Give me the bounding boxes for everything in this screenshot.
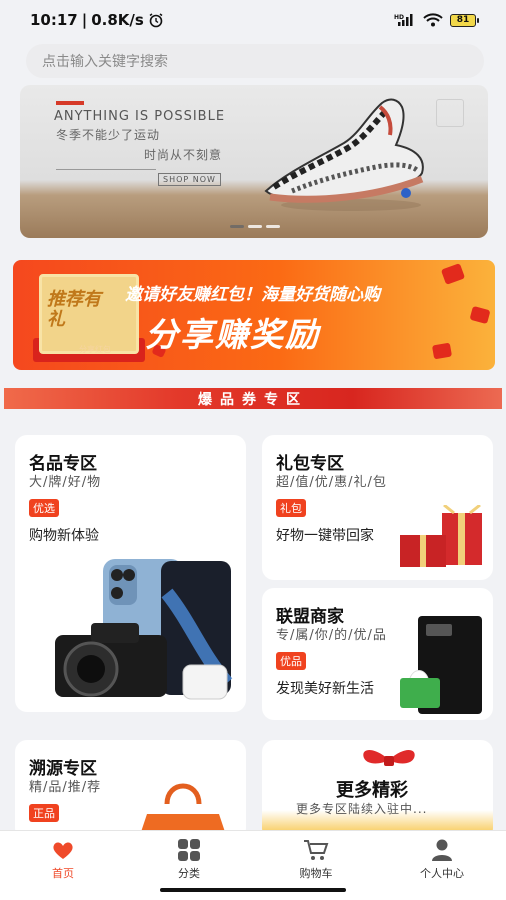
tab-label: 分类: [178, 867, 200, 880]
card-more[interactable]: 更多精彩 更多专区陆续入驻中...: [262, 740, 493, 840]
status-net-speed: 0.8K/s: [91, 11, 144, 29]
status-time: 10:17: [30, 11, 78, 29]
cart-icon: [304, 840, 329, 860]
tab-label: 购物车: [299, 867, 333, 880]
carousel-dot[interactable]: [266, 225, 280, 228]
banner-divider: [56, 169, 156, 170]
alarm-icon: [149, 13, 163, 28]
section-header: 爆品券专区: [4, 388, 502, 409]
home-icon: [53, 842, 73, 859]
red-envelope-icon: [431, 342, 453, 360]
card-alliance-merchant[interactable]: 联盟商家 专/属/你/的/优/品 优品 发现美好新生活: [262, 588, 493, 720]
card-more-desc: 更多专区陆续入驻中...: [296, 802, 428, 816]
banner-carousel[interactable]: ANYTHING IS POSSIBLE 冬季不能少了运动 时尚从不刻意 SHO…: [20, 85, 488, 238]
promo-coupon-small: 分享红包: [79, 345, 111, 354]
promo-coupon-text: 推荐有礼: [47, 289, 101, 330]
card-tag: 正品: [29, 804, 59, 822]
section-title: 爆品券专区: [198, 391, 308, 408]
grid-icon: [178, 839, 200, 861]
carousel-dot[interactable]: [248, 225, 262, 228]
card-brand-zone[interactable]: 名品专区 大/牌/好/物 优选 购物新体验: [15, 435, 246, 712]
card-desc: 好物一键带回家: [276, 528, 374, 544]
promo-title: 邀请好友赚红包！海量好货随心购: [125, 285, 380, 305]
battery-icon: 81: [450, 13, 479, 27]
card-gift-zone[interactable]: 礼包专区 超/值/优/惠/礼/包 礼包 好物一键带回家: [262, 435, 493, 580]
banner-accent-bar: [56, 101, 84, 105]
tab-category[interactable]: 分类: [149, 839, 229, 881]
search-placeholder: 点击输入关键字搜索: [42, 54, 168, 70]
tab-cart[interactable]: 购物车: [276, 839, 356, 881]
card-subtitle: 超/值/优/惠/礼/包: [276, 475, 387, 490]
carousel-dots: [230, 225, 280, 228]
card-desc: 发现美好新生活: [276, 681, 374, 697]
tab-label: 个人中心: [420, 867, 464, 880]
card-desc: 购物新体验: [29, 528, 99, 544]
status-bar: 10:17 | 0.8K/s HD 81: [0, 0, 506, 40]
card-origin-zone[interactable]: 溯源专区 精/品/推/荐 正品: [15, 740, 246, 840]
phone-camera-image: [55, 559, 233, 700]
home-indicator[interactable]: [160, 888, 346, 892]
card-subtitle: 大/牌/好/物: [29, 475, 102, 490]
search-input[interactable]: 点击输入关键字搜索: [26, 44, 484, 78]
promo-headline: 分享赚奖励: [145, 315, 320, 354]
wifi-icon: [423, 13, 443, 27]
card-tag: 优选: [29, 499, 59, 517]
promo-banner[interactable]: 推荐有礼 分享红包 邀请好友赚红包！海量好货随心购 分享赚奖励: [13, 260, 495, 370]
tab-profile[interactable]: 个人中心: [402, 839, 482, 881]
card-more-title: 更多精彩: [336, 780, 408, 801]
banner-logo-icon: [436, 99, 464, 127]
red-envelope-icon: [469, 305, 491, 325]
fridge-tissue-image: [400, 616, 482, 714]
ribbon-gift-icon: [363, 750, 415, 766]
carousel-dot[interactable]: [230, 225, 244, 228]
banner-line2: 时尚从不刻意: [144, 148, 223, 162]
tab-home[interactable]: 首页: [23, 839, 103, 881]
banner-headline: ANYTHING IS POSSIBLE: [54, 109, 226, 124]
card-tag: 优品: [276, 652, 306, 670]
sneaker-image: [264, 98, 424, 211]
banner-shop-now[interactable]: SHOP NOW: [158, 173, 221, 186]
card-subtitle: 专/属/你/的/优/品: [276, 628, 387, 643]
status-right: HD 81: [394, 13, 479, 27]
tab-label: 首页: [52, 867, 74, 880]
card-subtitle: 精/品/推/荐: [29, 780, 102, 795]
svg-text:HD: HD: [394, 14, 404, 21]
card-tag: 礼包: [276, 499, 306, 517]
red-envelope-icon: [440, 263, 466, 285]
person-icon: [432, 839, 452, 861]
signal-icon: HD: [394, 14, 413, 26]
status-left: 10:17 | 0.8K/s: [30, 11, 164, 29]
status-divider: |: [81, 11, 88, 29]
banner-line1: 冬季不能少了运动: [56, 128, 161, 142]
bottom-tab-bar: 首页 分类 购物车 个人中心: [0, 830, 506, 900]
gift-box-image: [400, 505, 482, 567]
